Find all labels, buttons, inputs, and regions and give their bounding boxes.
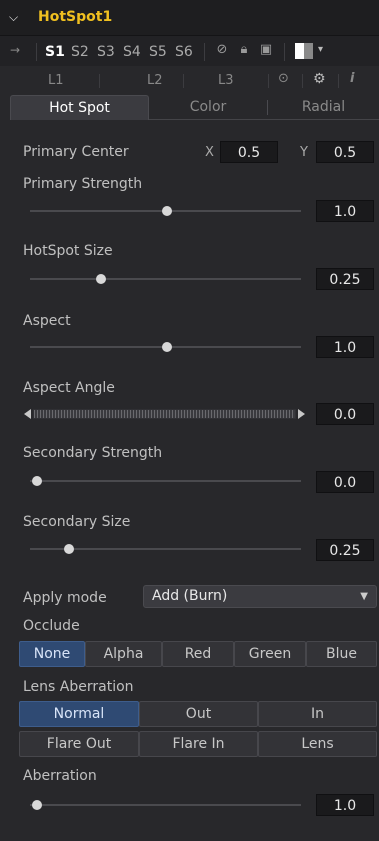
occlude-label: Occlude — [23, 618, 80, 634]
triangle-right-icon[interactable] — [298, 409, 305, 419]
aspect-angle-thumbwheel[interactable] — [24, 408, 305, 420]
lens-normal-button[interactable]: Normal — [19, 701, 139, 727]
hotspot-size-track[interactable] — [30, 278, 301, 280]
save-icon[interactable]: ▣ — [258, 42, 274, 58]
aspect-label: Aspect — [23, 313, 71, 329]
layer-tab-l1[interactable]: L1 — [48, 73, 64, 88]
primary-center-x-input[interactable]: 0.5 — [220, 141, 278, 163]
tab-radial[interactable]: Radial — [268, 95, 379, 120]
secondary-strength-input[interactable]: 0.0 — [316, 471, 374, 493]
chevron-down-icon: ▼ — [360, 591, 368, 602]
layer-tab-l2[interactable]: L2 — [147, 73, 163, 88]
secondary-size-knob[interactable] — [64, 544, 74, 554]
tool-title: HotSpot1 — [38, 9, 113, 25]
secondary-size-label: Secondary Size — [23, 514, 131, 530]
primary-strength-input[interactable]: 1.0 — [316, 200, 374, 222]
thumbwheel-ridges[interactable] — [33, 409, 296, 419]
version-s4[interactable]: S4 — [123, 44, 141, 60]
tab-color[interactable]: Color — [149, 95, 267, 120]
hotspot-size-input[interactable]: 0.25 — [316, 268, 374, 290]
divider — [204, 43, 205, 61]
divider — [338, 74, 339, 88]
layer-tabs: L1 L2 L3 ⊙ ⚙ i — [0, 68, 379, 92]
version-s1[interactable]: S1 — [45, 44, 65, 60]
apply-mode-dropdown[interactable]: Add (Burn) ▼ — [143, 585, 377, 608]
aspect-knob[interactable] — [162, 342, 172, 352]
version-s5[interactable]: S5 — [149, 44, 167, 60]
aspect-input[interactable]: 1.0 — [316, 336, 374, 358]
lock-icon[interactable]: 🔒︎ — [236, 42, 252, 58]
aspect-angle-input[interactable]: 0.0 — [316, 403, 374, 425]
aberration-label: Aberration — [23, 768, 97, 784]
layer-tab-l3[interactable]: L3 — [218, 73, 234, 88]
primary-center-y-input[interactable]: 0.5 — [316, 141, 374, 163]
divider — [284, 43, 285, 61]
secondary-strength-label: Secondary Strength — [23, 445, 163, 461]
triangle-left-icon[interactable] — [24, 409, 31, 419]
aspect-angle-label: Aspect Angle — [23, 380, 115, 396]
disable-icon[interactable]: ⊘ — [214, 42, 230, 58]
lens-out-button[interactable]: Out — [139, 701, 258, 727]
collapse-chevron-icon[interactable]: ⌵ — [9, 10, 18, 25]
secondary-size-input[interactable]: 0.25 — [316, 539, 374, 561]
occlude-red-button[interactable]: Red — [162, 641, 234, 667]
chevron-down-icon[interactable]: ▾ — [318, 44, 323, 55]
secondary-strength-track[interactable] — [30, 480, 301, 482]
lens-aberration-label: Lens Aberration — [23, 679, 134, 695]
primary-center-label: Primary Center — [23, 144, 129, 160]
aberration-knob[interactable] — [32, 800, 42, 810]
color-swatch[interactable] — [295, 43, 313, 59]
link-icon[interactable]: ⊙ — [278, 71, 289, 86]
version-s6[interactable]: S6 — [175, 44, 193, 60]
version-s2[interactable]: S2 — [71, 44, 89, 60]
divider — [99, 74, 100, 88]
tool-header: ⌵ HotSpot1 — [0, 0, 379, 36]
lens-in-button[interactable]: In — [258, 701, 377, 727]
divider — [36, 43, 37, 61]
aberration-track[interactable] — [30, 804, 301, 806]
divider — [183, 74, 184, 88]
divider — [268, 74, 269, 88]
inspector-tabs: Hot Spot Color Radial — [10, 95, 379, 120]
lens-flare-in-button[interactable]: Flare In — [139, 731, 258, 757]
lens-lens-button[interactable]: Lens — [258, 731, 377, 757]
secondary-strength-knob[interactable] — [32, 476, 42, 486]
versions-bar: → S1 S2 S3 S4 S5 S6 ⊘ 🔒︎ ▣ ▾ — [0, 36, 379, 66]
occlude-blue-button[interactable]: Blue — [306, 641, 377, 667]
tab-hot-spot[interactable]: Hot Spot — [10, 95, 149, 120]
gear-icon[interactable]: ⚙ — [313, 71, 326, 87]
hotspot-size-knob[interactable] — [96, 274, 106, 284]
primary-strength-knob[interactable] — [162, 206, 172, 216]
apply-mode-label: Apply mode — [23, 590, 107, 606]
occlude-alpha-button[interactable]: Alpha — [85, 641, 162, 667]
primary-strength-label: Primary Strength — [23, 176, 143, 192]
x-label: X — [205, 145, 214, 160]
lens-flare-out-button[interactable]: Flare Out — [19, 731, 139, 757]
version-s3[interactable]: S3 — [97, 44, 115, 60]
divider — [302, 74, 303, 88]
info-icon[interactable]: i — [350, 71, 354, 86]
hotspot-size-label: HotSpot Size — [23, 243, 113, 259]
occlude-none-button[interactable]: None — [19, 641, 85, 667]
y-label: Y — [300, 145, 308, 160]
occlude-green-button[interactable]: Green — [234, 641, 306, 667]
aberration-input[interactable]: 1.0 — [316, 794, 374, 816]
apply-mode-value: Add (Burn) — [152, 588, 228, 604]
pin-icon[interactable]: → — [10, 43, 20, 57]
